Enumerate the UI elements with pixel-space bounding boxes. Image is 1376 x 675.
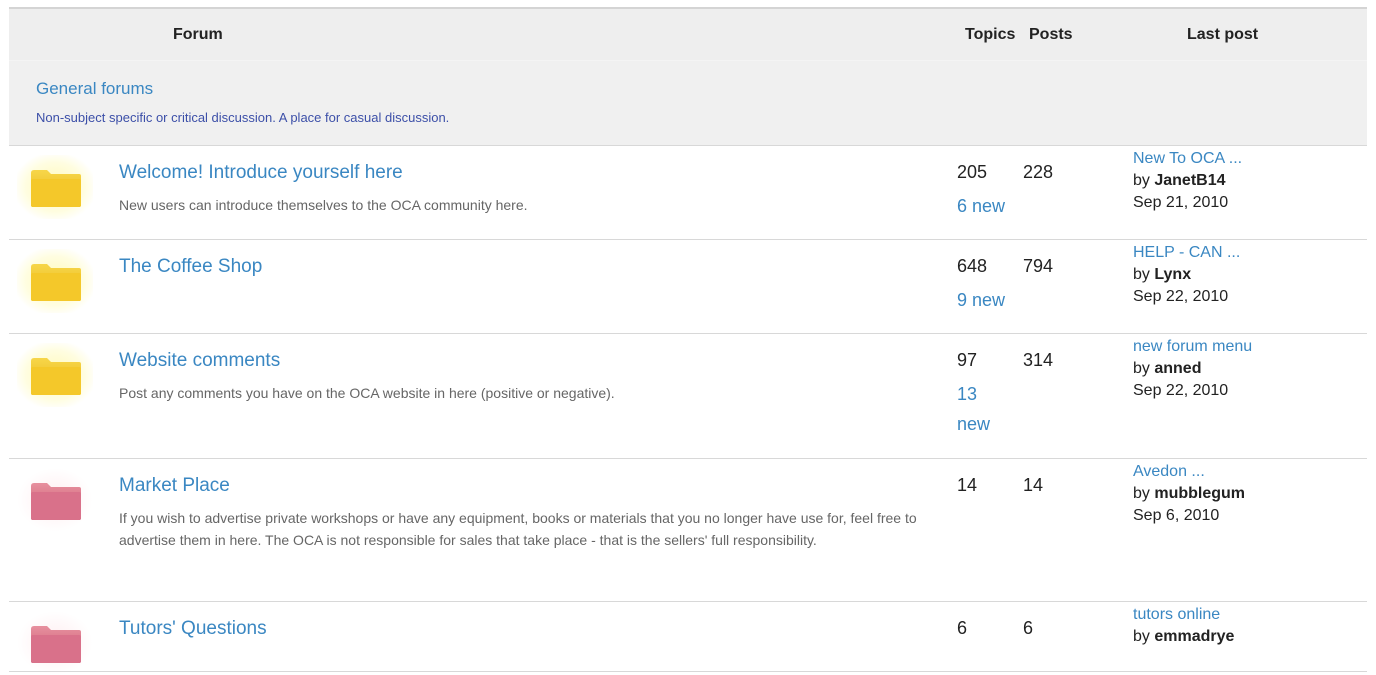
table-header-row: Forum Topics Posts Last post: [9, 8, 1367, 61]
last-post-user[interactable]: Lynx: [1154, 266, 1191, 283]
topics-cell: 648 9 new: [949, 239, 1019, 334]
last-post-link[interactable]: HELP - CAN ...: [1133, 244, 1367, 262]
category-row: General forums Non-subject specific or c…: [9, 60, 1367, 146]
forum-icon-cell: [9, 239, 107, 334]
last-post-user[interactable]: JanetB14: [1154, 172, 1225, 189]
category-title[interactable]: General forums: [36, 79, 1367, 99]
topics-cell: 97 13 new: [949, 333, 1019, 459]
posts-count: 794: [1023, 256, 1054, 276]
forum-description: Post any comments you have on the OCA we…: [119, 385, 615, 401]
folder-red-icon: [17, 468, 93, 532]
last-post-author: by JanetB14: [1133, 172, 1367, 190]
forum-row: Market Place If you wish to advertise pr…: [9, 458, 1367, 602]
last-post-by-prefix: by: [1133, 485, 1155, 502]
forum-info-cell: Website comments Post any comments you h…: [107, 333, 949, 459]
forum-description: If you wish to advertise private worksho…: [119, 510, 917, 548]
last-post-user[interactable]: anned: [1154, 360, 1201, 377]
folder-red-icon: [31, 626, 81, 663]
topics-count: 648: [957, 256, 988, 276]
forum-info-cell: Market Place If you wish to advertise pr…: [107, 458, 949, 602]
last-post-cell: new forum menu by anned Sep 22, 2010: [1125, 333, 1367, 459]
forum-title-link[interactable]: The Coffee Shop: [119, 256, 949, 278]
forum-info-cell: Tutors' Questions: [107, 601, 949, 672]
posts-cell: 314: [1019, 333, 1125, 459]
forum-title-link[interactable]: Website comments: [119, 350, 949, 372]
forum-icon-cell: [9, 333, 107, 459]
last-post-author: by mubblegum: [1133, 485, 1367, 503]
last-post-author: by anned: [1133, 360, 1367, 378]
folder-yellow-icon: [31, 358, 81, 395]
last-post-user[interactable]: mubblegum: [1154, 485, 1245, 502]
topics-cell: 205 6 new: [949, 145, 1019, 240]
topics-cell: 6: [949, 601, 1019, 672]
forum-row: Welcome! Introduce yourself here New use…: [9, 145, 1367, 240]
last-post-by-prefix: by: [1133, 172, 1155, 189]
posts-cell: 14: [1019, 458, 1125, 602]
last-post-cell: tutors online by emmadrye: [1125, 601, 1367, 672]
folder-red-icon: [31, 483, 81, 520]
category-cell: General forums Non-subject specific or c…: [9, 60, 1367, 146]
header-posts: Posts: [1019, 8, 1125, 61]
new-topics-link[interactable]: 6 new: [957, 191, 1017, 221]
last-post-date: Sep 6, 2010: [1133, 507, 1220, 524]
header-last-post: Last post: [1125, 8, 1367, 61]
forum-title-link[interactable]: Tutors' Questions: [119, 618, 949, 640]
posts-count: 228: [1023, 162, 1054, 182]
topics-count: 14: [957, 475, 978, 495]
last-post-cell: HELP - CAN ... by Lynx Sep 22, 2010: [1125, 239, 1367, 334]
forum-description: New users can introduce themselves to th…: [119, 197, 528, 213]
last-post-date: Sep 21, 2010: [1133, 194, 1229, 211]
folder-yellow-icon: [17, 249, 93, 313]
header-topics: Topics: [949, 8, 1019, 61]
forum-info-cell: Welcome! Introduce yourself here New use…: [107, 145, 949, 240]
last-post-link[interactable]: Avedon ...: [1133, 463, 1367, 481]
folder-red-icon: [17, 611, 93, 675]
new-topics-link[interactable]: 13 new: [957, 379, 997, 439]
posts-cell: 6: [1019, 601, 1125, 672]
last-post-by-prefix: by: [1133, 266, 1155, 283]
folder-yellow-icon: [31, 170, 81, 207]
posts-cell: 794: [1019, 239, 1125, 334]
last-post-author: by emmadrye: [1133, 628, 1367, 646]
last-post-user[interactable]: emmadrye: [1154, 628, 1234, 645]
last-post-by-prefix: by: [1133, 360, 1155, 377]
last-post-by-prefix: by: [1133, 628, 1155, 645]
posts-count: 314: [1023, 350, 1054, 370]
header-forum: Forum: [9, 8, 949, 61]
forum-icon-cell: [9, 601, 107, 675]
last-post-link[interactable]: new forum menu: [1133, 338, 1367, 356]
forum-icon-cell: [9, 458, 107, 602]
forum-icon-cell: [9, 145, 107, 240]
forum-row: Tutors' Questions 6 6 tutors online by e…: [9, 601, 1367, 675]
folder-yellow-icon: [17, 155, 93, 219]
folder-yellow-icon: [17, 343, 93, 407]
topics-count: 97: [957, 350, 978, 370]
posts-count: 6: [1023, 618, 1034, 638]
forum-title-link[interactable]: Market Place: [119, 475, 949, 497]
last-post-author: by Lynx: [1133, 266, 1367, 284]
topics-count: 205: [957, 162, 988, 182]
posts-cell: 228: [1019, 145, 1125, 240]
last-post-cell: New To OCA ... by JanetB14 Sep 21, 2010: [1125, 145, 1367, 240]
last-post-cell: Avedon ... by mubblegum Sep 6, 2010: [1125, 458, 1367, 602]
posts-count: 14: [1023, 475, 1044, 495]
folder-yellow-icon: [31, 264, 81, 301]
forum-row: Website comments Post any comments you h…: [9, 333, 1367, 459]
topics-count: 6: [957, 618, 968, 638]
forum-title-link[interactable]: Welcome! Introduce yourself here: [119, 162, 949, 184]
forum-info-cell: The Coffee Shop: [107, 239, 949, 334]
last-post-date: Sep 22, 2010: [1133, 382, 1229, 399]
new-topics-link[interactable]: 9 new: [957, 285, 1017, 315]
forum-table: Forum Topics Posts Last post General for…: [9, 7, 1367, 675]
last-post-link[interactable]: tutors online: [1133, 606, 1367, 624]
last-post-link[interactable]: New To OCA ...: [1133, 150, 1367, 168]
forum-row: The Coffee Shop 648 9 new 794 HELP - CAN…: [9, 239, 1367, 334]
last-post-date: Sep 22, 2010: [1133, 288, 1229, 305]
topics-cell: 14: [949, 458, 1019, 602]
category-description: Non-subject specific or critical discuss…: [36, 110, 450, 125]
